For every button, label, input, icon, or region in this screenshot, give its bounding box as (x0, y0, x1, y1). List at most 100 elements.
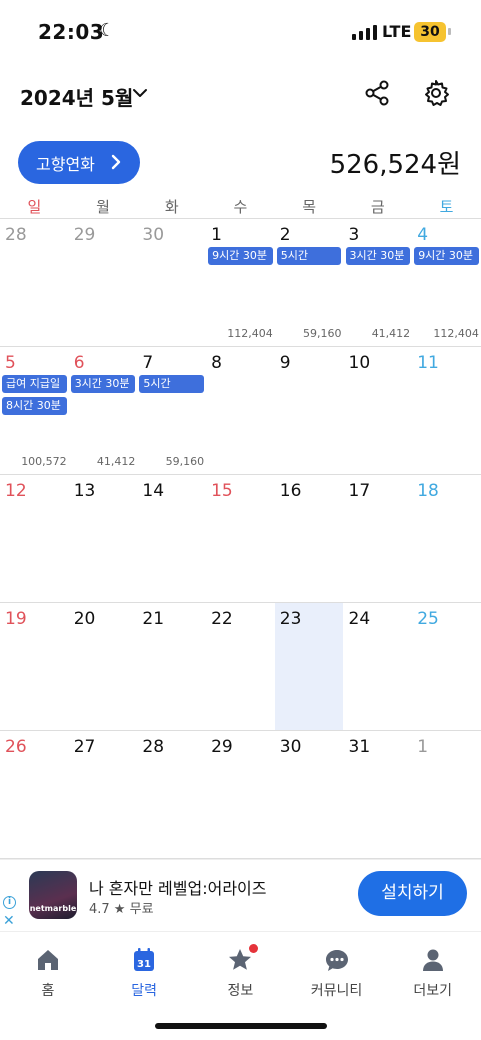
day-number: 28 (142, 737, 165, 757)
day-number: 25 (417, 609, 439, 629)
status-bar: 22:03 ☾ LTE 30 (0, 0, 481, 62)
calendar-day[interactable]: 7 5시간 59,160 (137, 347, 206, 474)
calendar-day[interactable]: 25 (412, 603, 481, 730)
weekday-fri: 금 (370, 198, 385, 216)
donation-button-label: 고향연화 (36, 154, 95, 174)
tab-more[interactable]: 더보기 (385, 932, 481, 1009)
daily-wage: 41,412 (96, 455, 136, 468)
calendar-week: 26 27 28 29 30 31 1 (0, 731, 481, 859)
calendar-day[interactable]: 24 (344, 603, 413, 730)
calendar-day[interactable]: 27 (69, 731, 138, 858)
share-icon[interactable] (362, 78, 392, 108)
day-number: 31 (348, 737, 371, 757)
weekday-mon: 월 (96, 198, 110, 216)
weekday-thu: 목 (302, 198, 316, 216)
calendar-day[interactable]: 28 (137, 731, 206, 858)
calendar-day[interactable]: 16 (275, 475, 344, 602)
calendar-day[interactable]: 10 (344, 347, 413, 474)
calendar-day[interactable]: 18 (412, 475, 481, 602)
calendar-day[interactable]: 14 (137, 475, 206, 602)
month-title[interactable]: 2024년 5월 (20, 82, 133, 111)
calendar-day[interactable]: 17 (344, 475, 413, 602)
calendar-day[interactable]: 13 (69, 475, 138, 602)
daily-wage: 41,412 (371, 327, 411, 340)
calendar-week: 12 13 14 15 16 17 18 (0, 475, 481, 603)
tab-calendar-label: 달력 (131, 983, 158, 999)
weekday-header: 일 월 화 수 목 금 토 (0, 196, 481, 218)
ad-app-title[interactable]: 나 혼자만 레벨업:어라이즈 (89, 875, 266, 899)
calendar-day[interactable]: 6 3시간 30분 41,412 (69, 347, 138, 474)
calendar-day[interactable]: 29 (206, 731, 275, 858)
calendar-day[interactable]: 30 (275, 731, 344, 858)
shift-chip[interactable]: 급여 지급일 (2, 375, 67, 393)
day-number: 29 (73, 225, 96, 245)
calendar-day[interactable]: 28 (0, 219, 69, 346)
daily-wage: 59,160 (302, 327, 342, 340)
calendar-day[interactable]: 4 9시간 30분 112,404 (412, 219, 481, 346)
home-indicator (155, 1023, 327, 1029)
tab-calendar[interactable]: 31 달력 (96, 932, 192, 1009)
weekday-tue: 화 (164, 198, 179, 216)
day-number: 28 (5, 225, 27, 245)
calendar-day[interactable]: 29 (69, 219, 138, 346)
app-brand: netmarble (29, 904, 77, 913)
calendar-icon: 31 (134, 948, 155, 971)
calendar-day[interactable]: 31 (344, 731, 413, 858)
shift-chip[interactable]: 9시간 30분 (414, 247, 479, 265)
install-button[interactable]: 설치하기 (358, 871, 467, 916)
ad-rating-value: 4.7 ★ (89, 902, 126, 917)
ad-banner[interactable]: i ✕ netmarble 나 혼자만 레벨업:어라이즈 4.7 ★ 무료 설치… (0, 859, 481, 931)
calendar-day[interactable]: 12 (0, 475, 69, 602)
tab-info[interactable]: 정보 (192, 932, 288, 1009)
daily-wage: 59,160 (165, 455, 205, 468)
network-label: LTE (382, 22, 412, 41)
day-number: 23 (279, 609, 302, 629)
calendar-day[interactable]: 2 5시간 59,160 (275, 219, 344, 346)
calendar-day[interactable]: 9 (275, 347, 344, 474)
day-number: 18 (417, 481, 439, 501)
calendar-day[interactable]: 1 9시간 30분 112,404 (206, 219, 275, 346)
chevron-down-icon[interactable] (131, 84, 149, 102)
calendar-day[interactable]: 20 (69, 603, 138, 730)
calendar-day[interactable]: 22 (206, 603, 275, 730)
calendar-day[interactable]: 1 (412, 731, 481, 858)
ad-info-icon[interactable]: i (3, 896, 16, 909)
day-number: 13 (73, 481, 96, 501)
tab-more-label: 더보기 (413, 983, 453, 999)
day-number: 29 (211, 737, 233, 757)
calendar-day[interactable]: 11 (412, 347, 481, 474)
shift-chip[interactable]: 8시간 30분 (2, 397, 67, 415)
day-number: 1 (211, 225, 222, 245)
shift-chip[interactable]: 3시간 30분 (70, 375, 136, 393)
calendar-day[interactable]: 19 (0, 603, 69, 730)
calendar-day[interactable]: 3 3시간 30분 41,412 (344, 219, 413, 346)
day-number: 21 (142, 609, 165, 629)
calendar-day[interactable]: 23 (274, 603, 344, 730)
calendar-day[interactable]: 30 (137, 219, 206, 346)
close-icon[interactable]: ✕ (3, 913, 15, 929)
shift-chip[interactable]: 3시간 30분 (345, 247, 411, 265)
tab-info-label: 정보 (227, 983, 254, 999)
calendar-week: 28 29 30 1 9시간 30분 112,404 2 5시간 59,160 3 3시간 30분 4… (0, 219, 481, 347)
tab-home[interactable]: 홈 (0, 932, 96, 1009)
day-number: 24 (348, 609, 371, 629)
hometown-donation-button[interactable]: 고향연화 (18, 141, 140, 184)
shift-chip[interactable]: 5시간 (276, 247, 342, 265)
shift-chip[interactable]: 5시간 (139, 375, 205, 393)
day-number: 10 (348, 353, 371, 373)
gear-icon[interactable] (421, 78, 451, 108)
day-number: 8 (211, 353, 222, 373)
calendar-day[interactable]: 8 (206, 347, 275, 474)
tab-community[interactable]: 커뮤니티 (289, 932, 385, 1009)
header: 2024년 5월 (0, 70, 481, 120)
app-icon[interactable]: netmarble (29, 871, 77, 919)
calendar-grid: 28 29 30 1 9시간 30분 112,404 2 5시간 59,160 3 3시간 30분 4… (0, 219, 481, 859)
calendar-day[interactable]: 5 급여 지급일 8시간 30분 100,572 (0, 347, 69, 474)
shift-chip[interactable]: 9시간 30분 (208, 247, 273, 265)
tab-bar: 홈 31 달력 정보 커뮤니티 더보기 (0, 931, 481, 1009)
calendar-day[interactable]: 26 (0, 731, 69, 858)
day-number: 5 (5, 353, 16, 373)
calendar-day[interactable]: 15 (206, 475, 275, 602)
calendar-day[interactable]: 21 (137, 603, 206, 730)
profile-icon (422, 949, 443, 971)
